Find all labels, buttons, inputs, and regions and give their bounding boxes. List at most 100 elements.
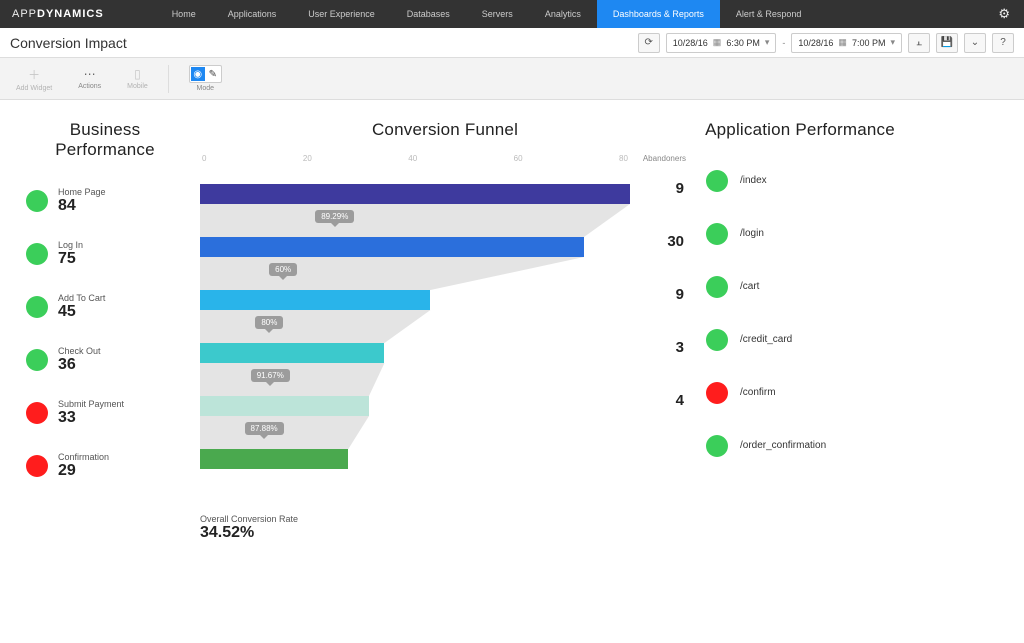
brand-dyn: DYNAMICS	[37, 8, 104, 20]
app-path: /order_confirmation	[740, 440, 826, 451]
funnel-bar-row	[200, 433, 690, 486]
business-steps-list: Home Page84 Log In75 Add To Cart45 Check Ou…	[20, 174, 190, 492]
top-nav: APPDYNAMICS Home Applications User Exper…	[0, 0, 1024, 28]
more-button[interactable]: ⌄	[964, 33, 986, 53]
nav-analytics[interactable]: Analytics	[529, 0, 597, 28]
check-icon: ⫠	[916, 37, 922, 48]
nav-databases[interactable]: Databases	[391, 0, 466, 28]
status-dot	[706, 170, 728, 192]
pencil-icon: ✎	[206, 67, 220, 81]
save-icon: 💾	[941, 37, 953, 48]
step-value: 33	[58, 409, 124, 427]
nav-applications[interactable]: Applications	[212, 0, 293, 28]
start-date: 10/28/16	[673, 38, 708, 48]
status-dot	[26, 455, 48, 477]
funnel-bar	[200, 237, 584, 257]
funnel-bar	[200, 290, 430, 310]
nav-user-experience[interactable]: User Experience	[292, 0, 391, 28]
status-dot	[706, 276, 728, 298]
app-performance-list: /index/login/cart/credit_card/confirm/or…	[700, 154, 900, 472]
eye-icon: ◉	[191, 67, 205, 81]
business-step-row: Check Out36	[20, 333, 190, 386]
funnel-bar-track	[200, 343, 630, 363]
step-value: 84	[58, 197, 106, 215]
business-step-row: Add To Cart45	[20, 280, 190, 333]
step-label: Submit Payment	[58, 399, 124, 409]
abandoners-value: 9	[644, 286, 684, 303]
actions-button[interactable]: ⋯ Actions	[72, 65, 107, 92]
apply-button[interactable]: ⫠	[908, 33, 930, 53]
chevron-down-icon: ▾	[765, 37, 770, 48]
start-date-picker[interactable]: 10/28/16 ▦ 6:30 PM ▾	[666, 33, 777, 53]
app-perf-row: /order_confirmation	[700, 419, 900, 472]
end-date: 10/28/16	[798, 38, 833, 48]
step-label: Home Page	[58, 187, 106, 197]
brand-app: APP	[12, 8, 37, 20]
funnel-bar-track	[200, 449, 630, 469]
app-perf-row: /index	[700, 154, 900, 207]
end-date-picker[interactable]: 10/28/16 ▦ 7:00 PM ▾	[791, 33, 902, 53]
help-icon: ?	[1000, 37, 1006, 48]
step-label: Confirmation	[58, 452, 109, 462]
ellipsis-icon: ⋯	[84, 67, 96, 81]
nav-items: Home Applications User Experience Databa…	[156, 0, 818, 28]
status-dot	[706, 329, 728, 351]
step-value: 36	[58, 356, 101, 374]
status-dot	[26, 402, 48, 424]
app-perf-row: /cart	[700, 260, 900, 313]
chevron-down-icon: ⌄	[971, 37, 979, 48]
status-dot	[26, 349, 48, 371]
overall-conversion-label: Overall Conversion Rate	[200, 514, 298, 524]
nav-home[interactable]: Home	[156, 0, 212, 28]
business-performance-column: Business Performance Home Page84Log In75…	[20, 120, 190, 494]
step-text: Check Out36	[58, 346, 101, 374]
funnel-bar	[200, 184, 630, 204]
step-text: Log In75	[58, 240, 83, 268]
funnel-bar	[200, 449, 348, 469]
actions-label: Actions	[78, 83, 101, 90]
step-label: Log In	[58, 240, 83, 250]
toolbar-divider	[168, 65, 169, 93]
step-value: 45	[58, 303, 105, 321]
calendar-icon: ▦	[713, 37, 722, 48]
step-text: Add To Cart45	[58, 293, 105, 321]
refresh-button[interactable]: ⟳	[638, 33, 660, 53]
nav-dashboards-reports[interactable]: Dashboards & Reports	[597, 0, 720, 28]
tick: 60	[514, 154, 523, 163]
mode-toggle[interactable]: ◉ ✎ Mode	[183, 63, 228, 94]
mobile-label: Mobile	[127, 83, 148, 90]
abandoners-value: 30	[644, 233, 684, 250]
add-widget-button[interactable]: ＋ Add Widget	[10, 64, 58, 94]
mode-toggle-pill: ◉ ✎	[189, 65, 222, 83]
application-performance-column: Application Performance /index/login/car…	[700, 120, 900, 494]
tick: 0	[202, 154, 206, 163]
funnel-bar-track	[200, 290, 630, 310]
funnel-chart: 0 20 40 60 80 Abandoners 989.29%3060%980…	[200, 154, 690, 494]
tick: 40	[408, 154, 417, 163]
status-dot	[706, 223, 728, 245]
save-button[interactable]: 💾	[936, 33, 958, 53]
refresh-icon: ⟳	[645, 37, 653, 48]
dashboard-body: Business Performance Home Page84Log In75…	[0, 100, 1024, 494]
mobile-button[interactable]: ▯ Mobile	[121, 65, 154, 92]
step-text: Confirmation29	[58, 452, 109, 480]
dashboard-toolbar: ＋ Add Widget ⋯ Actions ▯ Mobile ◉ ✎ Mode	[0, 58, 1024, 100]
subheader: Conversion Impact ⟳ 10/28/16 ▦ 6:30 PM ▾…	[0, 28, 1024, 58]
nav-servers[interactable]: Servers	[466, 0, 529, 28]
status-dot	[26, 296, 48, 318]
step-text: Home Page84	[58, 187, 106, 215]
step-label: Check Out	[58, 346, 101, 356]
tick: 80	[619, 154, 628, 163]
funnel-bar-track	[200, 184, 630, 204]
help-button[interactable]: ?	[992, 33, 1014, 53]
calendar-icon: ▦	[838, 37, 847, 48]
settings-gear-icon[interactable]: ⚙	[984, 6, 1024, 22]
nav-alert-respond[interactable]: Alert & Respond	[720, 0, 818, 28]
overall-conversion: Overall Conversion Rate 34.52%	[200, 514, 298, 542]
mobile-icon: ▯	[134, 67, 141, 81]
step-text: Submit Payment33	[58, 399, 124, 427]
subheader-right: ⟳ 10/28/16 ▦ 6:30 PM ▾ - 10/28/16 ▦ 7:00…	[638, 33, 1014, 53]
business-step-row: Log In75	[20, 227, 190, 280]
funnel-column: Conversion Funnel 0 20 40 60 80 Abandone…	[200, 120, 690, 494]
page-title: Conversion Impact	[10, 35, 127, 51]
